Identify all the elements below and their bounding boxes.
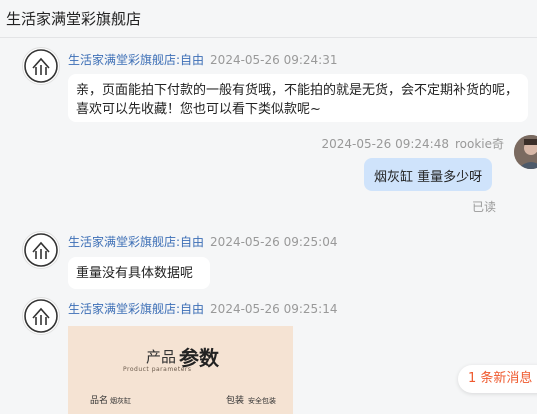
shop-avatar[interactable] [22,47,60,85]
message-time: 2024-05-26 09:25:04 [210,235,338,249]
user-avatar[interactable] [514,135,537,169]
message-meta: 2024-05-26 09:24:48 rookie奇 [320,135,504,152]
new-message-button[interactable]: 1 条新消息 [458,365,537,393]
message-time: 2024-05-26 09:24:48 [321,137,449,151]
sender-name: 生活家满堂彩旗舰店:自由 [68,302,205,316]
message-meta: 生活家满堂彩旗舰店:自由 2024-05-26 09:25:04 [68,233,338,250]
message-time: 2024-05-26 09:24:31 [210,53,338,67]
param-value: 安全包装 [248,397,277,405]
message-bubble[interactable]: 亲，页面能拍下付款的一般有货哦，不能拍的就是无货，会不定期补货的呢，喜欢可以先收… [68,74,528,122]
message-meta: 生活家满堂彩旗舰店:自由 2024-05-26 09:24:31 [68,51,338,68]
user-photo-icon [514,135,537,169]
shop-title: 生活家满堂彩旗舰店 [6,10,142,28]
param-label: 品名 [90,396,109,406]
message-time: 2024-05-26 09:25:14 [210,302,338,316]
param-row-name: 品名 烟灰缸 [90,393,131,406]
chat-header: 生活家满堂彩旗舰店 [0,0,537,38]
param-row-package: 包装 安全包装 [226,393,276,406]
shop-avatar[interactable] [22,231,60,269]
message-bubble[interactable]: 烟灰缸 重量多少呀 [364,158,493,191]
param-value: 烟灰缸 [110,397,132,405]
shop-logo-icon [24,49,58,83]
message-text: 重量没有具体数据呢 [76,266,194,281]
read-status: 已读 [472,200,497,214]
sender-name: 生活家满堂彩旗舰店:自由 [68,235,205,249]
shop-logo-icon [24,299,58,333]
image-subtitle: Product parameters [123,366,192,373]
message-text: 亲，页面能拍下付款的一般有货哦，不能拍的就是无货，会不定期补货的呢，喜欢可以先收… [76,83,519,117]
message-text: 烟灰缸 重量多少呀 [374,170,483,185]
sender-name: rookie奇 [454,137,504,151]
message-bubble[interactable]: 重量没有具体数据呢 [68,257,210,289]
message-meta: 生活家满堂彩旗舰店:自由 2024-05-26 09:25:14 [68,300,338,317]
sender-name: 生活家满堂彩旗舰店:自由 [68,53,205,67]
param-label: 包装 [226,396,245,406]
shop-logo-icon [24,233,58,267]
message-list[interactable]: 生活家满堂彩旗舰店:自由 2024-05-26 09:24:31 亲，页面能拍下付… [0,38,537,414]
shop-avatar[interactable] [22,297,60,335]
image-title-small: 产品 [146,348,177,366]
product-parameters-image[interactable]: 产品 参数 Product parameters 品名 烟灰缸 包装 安全包装 [68,326,293,414]
